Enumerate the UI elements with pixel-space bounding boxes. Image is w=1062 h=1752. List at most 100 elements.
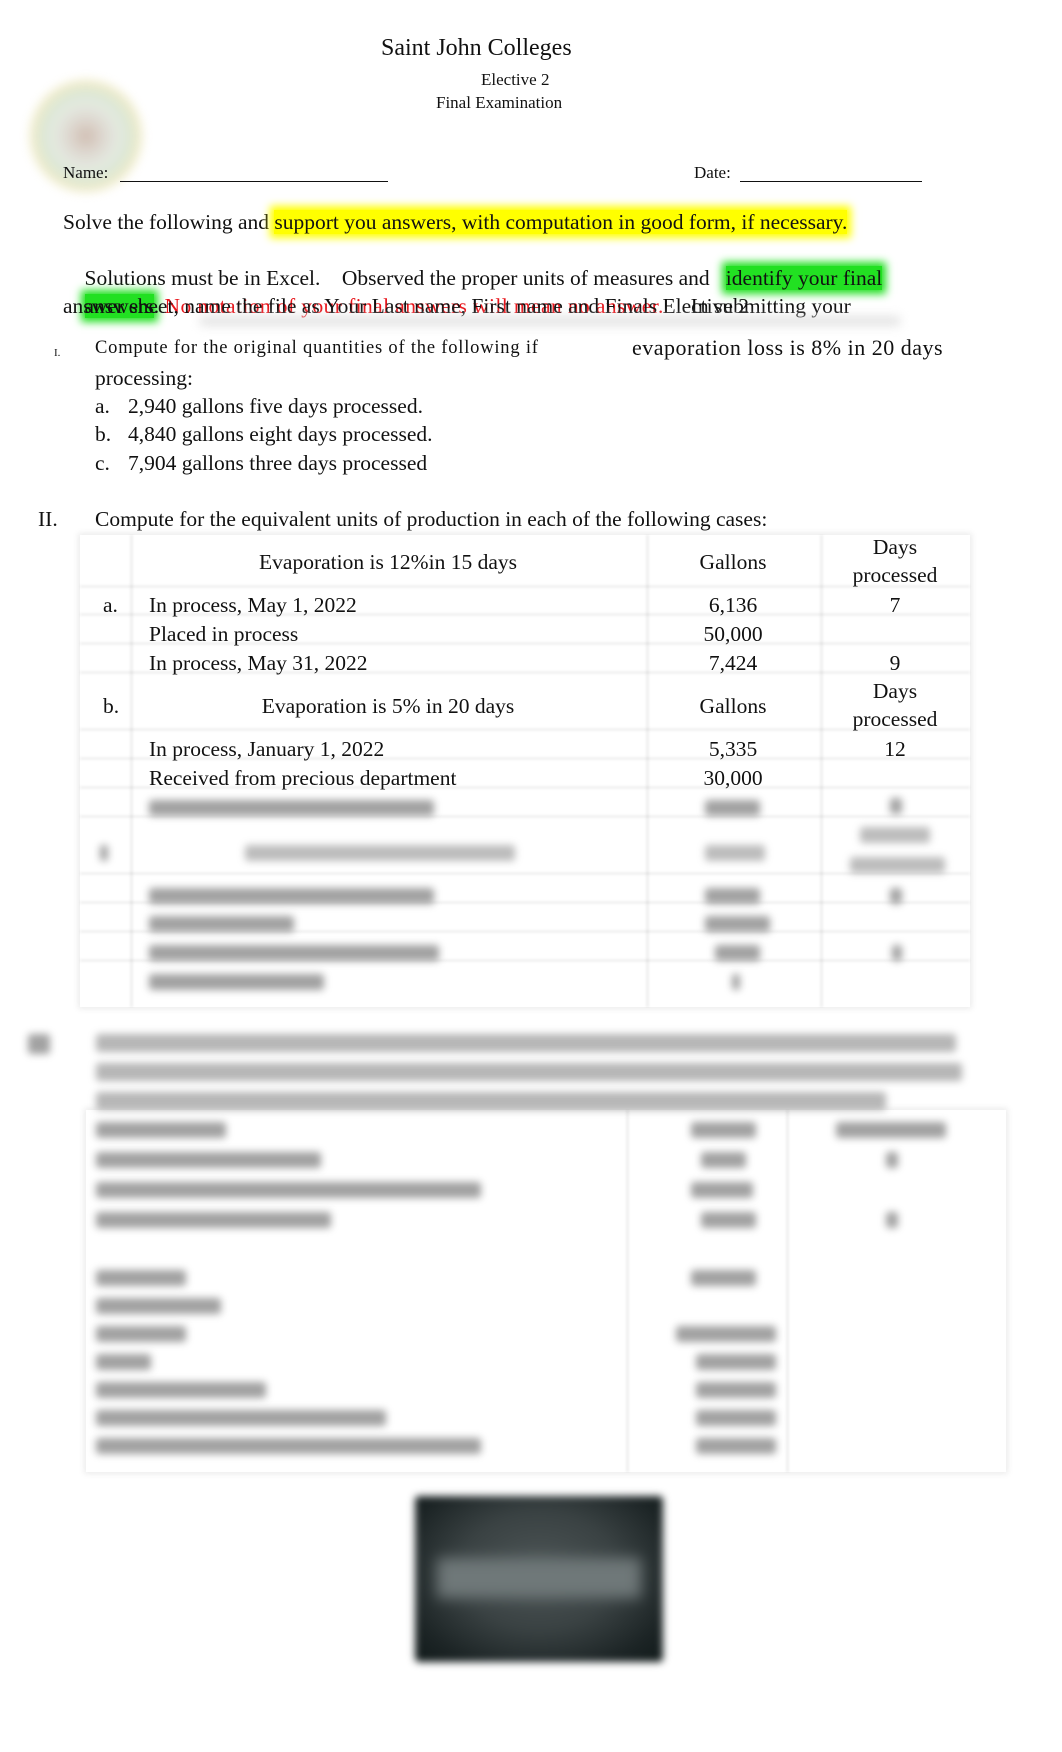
table-row-desc: Placed in process: [149, 622, 299, 646]
blurred-row: [149, 945, 439, 961]
case-b-title: Evaporation is 5% in 20 days: [261, 694, 515, 718]
instructions-line-2: Solutions must be in Excel. Observed the…: [63, 236, 1003, 290]
date-field[interactable]: [740, 181, 922, 182]
table-row-days: 7: [889, 593, 901, 617]
blurred-row: [696, 1382, 776, 1398]
blurred-row: [696, 1354, 776, 1370]
blurred-row: [696, 1410, 776, 1426]
equivalent-units-table: Evaporation is 12%in 15 days Gallons Day…: [80, 535, 970, 1007]
section-2-instruction: Compute for the equivalent units of prod…: [95, 507, 768, 531]
blurred-shadow: [200, 316, 900, 326]
blurred-row: [96, 1438, 481, 1454]
table-row-gallons: 50,000: [703, 622, 763, 646]
blurred-row: [732, 974, 740, 990]
blurred-row: [860, 827, 930, 843]
blurred-row: [886, 1212, 898, 1228]
instructions-line-3: answers. No notation of your final answe…: [63, 264, 1003, 318]
table-row-days: 12: [884, 737, 906, 761]
blurred-row: [100, 845, 108, 861]
exam-title: Final Examination: [436, 93, 563, 112]
blurred-preview-image-icon: [415, 1496, 663, 1662]
blurred-row: [676, 1326, 776, 1342]
name-label: Name:: [63, 163, 109, 182]
column-days-line1: Days: [872, 535, 918, 559]
instructions-text: answer sheet, name the file as Your Last…: [63, 294, 750, 318]
table-row-gallons: 6,136: [708, 593, 758, 617]
blurred-row: [96, 1212, 331, 1228]
blurred-row: [96, 1382, 266, 1398]
blurred-row: [696, 1438, 776, 1454]
blurred-row: [886, 1152, 898, 1168]
blurred-row: [96, 1298, 221, 1314]
table-row-desc: In process, May 31, 2022: [149, 651, 368, 675]
table-row-desc: In process, January 1, 2022: [149, 737, 385, 761]
case-b-label: b.: [103, 694, 120, 718]
image-band: [437, 1558, 641, 1598]
date-label: Date:: [694, 163, 731, 182]
column-days-processed: Days processed: [820, 677, 970, 733]
blurred-row: [890, 798, 902, 814]
blurred-row: [96, 1410, 386, 1426]
blurred-row: [836, 1122, 946, 1138]
blurred-row: [701, 1152, 746, 1168]
blurred-row: [96, 1152, 321, 1168]
blurred-row: [705, 916, 770, 932]
table-row-gallons: 7,424: [708, 651, 758, 675]
column-days-processed: Days processed: [820, 533, 970, 589]
blurred-row: [890, 888, 902, 904]
table-row-days: 9: [889, 651, 901, 675]
column-days-line1: Days: [872, 679, 918, 703]
blurred-row: [96, 1182, 481, 1198]
blurred-row: [245, 845, 515, 861]
blurred-row: [715, 945, 760, 961]
item-text: 7,904 gallons three days processed: [128, 451, 428, 475]
cost-of-production-table: [86, 1110, 1006, 1472]
section-1-instruction-end: processing:: [95, 366, 193, 390]
blurred-row: [705, 888, 760, 904]
column-gallons: Gallons: [699, 550, 767, 574]
blurred-row: [705, 845, 765, 861]
instructions-line-1: Solve the following and support you answ…: [63, 208, 1003, 236]
column-days-line2: processed: [852, 707, 938, 731]
column-gallons: Gallons: [699, 694, 767, 718]
table-divider: [80, 872, 970, 875]
blurred-row: [691, 1122, 756, 1138]
blurred-row: [149, 974, 324, 990]
section-2-number: II.: [38, 507, 58, 531]
case-a-title: Evaporation is 12%in 15 days: [259, 550, 517, 574]
course-title: Elective 2: [481, 70, 550, 89]
table-row-desc: Received from precious department: [149, 766, 457, 790]
blurred-row: [149, 800, 434, 816]
instructions-text: Solve the following and: [63, 210, 275, 234]
blurred-row: [96, 1270, 186, 1286]
table-divider: [626, 1110, 629, 1472]
blurred-row: [892, 945, 902, 961]
name-field[interactable]: [120, 181, 388, 182]
section-1-instruction-cont: evaporation loss is 8% in 20 days: [632, 335, 944, 360]
section-1-number: I.: [54, 347, 61, 359]
table-divider: [786, 1110, 789, 1472]
blurred-row: [96, 1326, 186, 1342]
blurred-section-number: [28, 1034, 50, 1054]
instructions-paragraph: Solve the following and support you answ…: [63, 208, 1003, 320]
blurred-text-line: [96, 1063, 962, 1081]
table-row-gallons: 5,335: [708, 737, 758, 761]
blurred-row: [149, 916, 294, 932]
table-row-gallons: 30,000: [703, 766, 763, 790]
item-label: c.: [95, 451, 110, 475]
table-divider: [130, 535, 133, 1007]
item-label: a.: [95, 394, 110, 418]
case-a-label: a.: [103, 593, 118, 617]
blurred-row: [850, 857, 945, 873]
highlight-yellow: support you answers, with computation in…: [274, 210, 848, 234]
school-name: Saint John Colleges: [381, 35, 572, 61]
item-label: b.: [95, 422, 112, 446]
blurred-row: [691, 1182, 753, 1198]
blurred-text-line: [96, 1092, 886, 1110]
table-row-desc: In process, May 1, 2022: [149, 593, 357, 617]
item-text: 2,940 gallons five days processed.: [128, 394, 423, 418]
blurred-text-line: [96, 1034, 956, 1052]
section-1-instruction: Compute for the original quantities of t…: [95, 338, 539, 358]
blurred-row: [701, 1212, 756, 1228]
blurred-row: [705, 800, 760, 816]
